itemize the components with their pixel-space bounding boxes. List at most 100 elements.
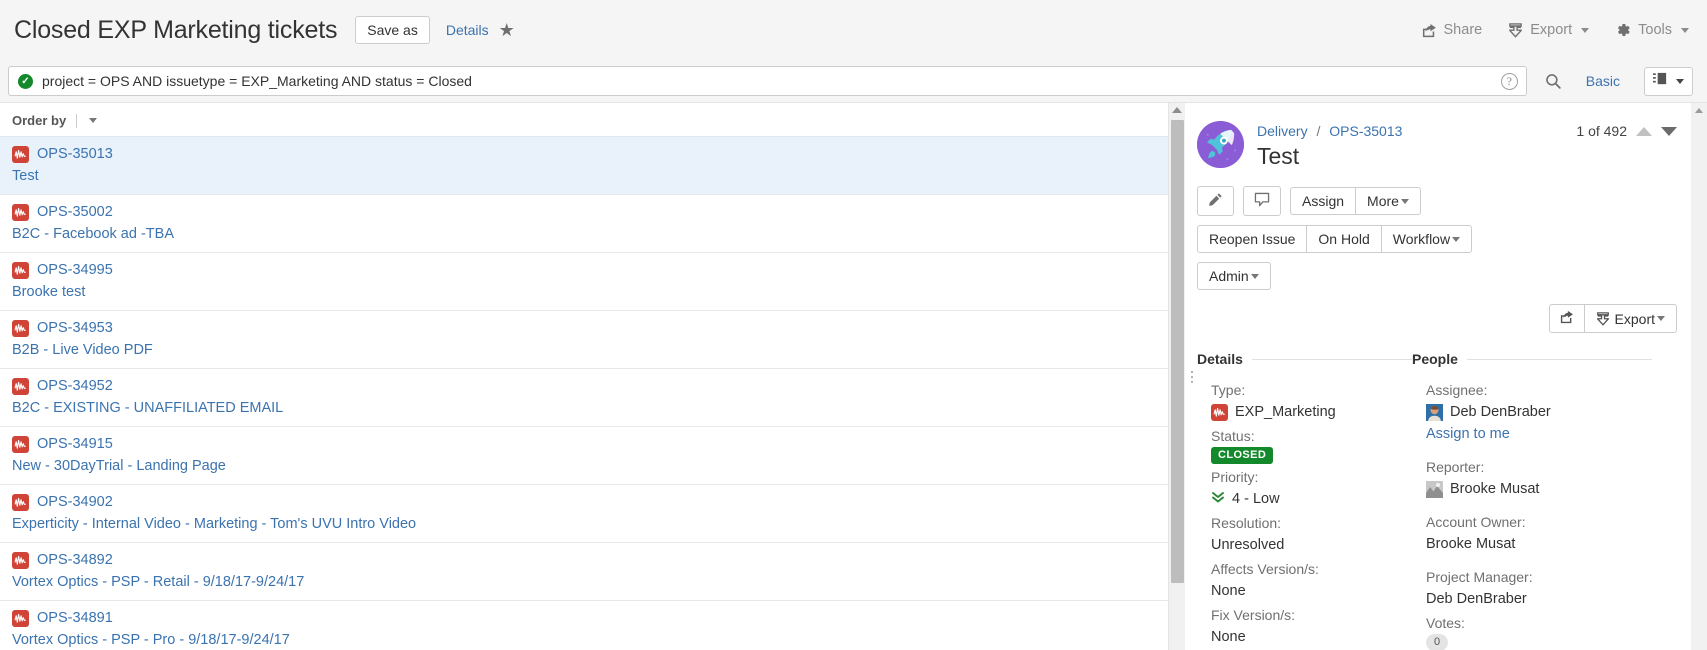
issue-summary-link[interactable]: B2C - Facebook ad -TBA xyxy=(12,224,1173,244)
issue-summary-link[interactable]: New - 30DayTrial - Landing Page xyxy=(12,456,1173,476)
issue-summary-link[interactable]: Test xyxy=(12,166,1173,186)
chevron-down-icon xyxy=(1681,27,1689,33)
details-link[interactable]: Details xyxy=(446,22,489,38)
issue-list-item[interactable]: OPS-34952 B2C - EXISTING - UNAFFILIATED E… xyxy=(0,368,1185,426)
field-value-text: EXP_Marketing xyxy=(1235,404,1336,420)
issue-list-item[interactable]: OPS-34902 Experticity - Internal Video - … xyxy=(0,484,1185,542)
breadcrumb: Delivery / OPS-35013 xyxy=(1257,123,1402,139)
on-hold-button[interactable]: On Hold xyxy=(1306,225,1382,253)
reopen-issue-button[interactable]: Reopen Issue xyxy=(1197,225,1308,253)
comment-issue-button[interactable] xyxy=(1243,186,1281,216)
workflow-button[interactable]: Workflow xyxy=(1380,225,1473,253)
scrollbar-thumb[interactable] xyxy=(1171,120,1184,583)
jql-search-bar: ✓ ? Basic xyxy=(0,60,1707,103)
issue-summary-link[interactable]: Experticity - Internal Video - Marketing… xyxy=(12,514,1173,534)
account-owner-name: Brooke Musat xyxy=(1426,536,1516,552)
priority-low-icon xyxy=(1211,488,1225,510)
issue-pager: 1 of 492 xyxy=(1576,121,1677,139)
exp-marketing-type-icon xyxy=(1211,403,1228,421)
issue-list-item[interactable]: OPS-35013 Test xyxy=(0,136,1185,194)
page-scrollbar[interactable] xyxy=(1691,103,1707,650)
field-value: None xyxy=(1211,583,1246,599)
issue-summary-link[interactable]: Vortex Optics - PSP - Pro - 9/18/17-9/24… xyxy=(12,630,1173,650)
field-fix-versions: Fix Version/s: None xyxy=(1197,604,1412,648)
export-issue-button[interactable]: Export xyxy=(1583,304,1677,333)
issue-list-item[interactable]: OPS-34953 B2B - Live Video PDF xyxy=(0,310,1185,368)
scroll-up-arrow-icon[interactable] xyxy=(1695,108,1703,113)
field-value: 4 - Low xyxy=(1211,488,1412,510)
issue-list-item[interactable]: OPS-34915 New - 30DayTrial - Landing Page xyxy=(0,426,1185,484)
star-icon[interactable]: ★ xyxy=(499,21,515,39)
field-label: Fix Version/s: xyxy=(1211,607,1296,623)
field-type: Type: EXP_Marketing xyxy=(1197,379,1412,423)
jql-query-input[interactable] xyxy=(42,73,1501,89)
issue-key-link[interactable]: OPS-35013 xyxy=(37,144,113,164)
more-button[interactable]: More xyxy=(1355,187,1421,215)
issue-summary-link[interactable]: Brooke test xyxy=(12,282,1173,302)
share-issue-button[interactable] xyxy=(1548,304,1585,333)
issue-summary-link[interactable]: Vortex Optics - PSP - Retail - 9/18/17-9… xyxy=(12,572,1173,592)
issue-list-item[interactable]: OPS-34892 Vortex Optics - PSP - Retail - … xyxy=(0,542,1185,600)
details-heading-label: Details xyxy=(1197,351,1243,367)
issue-key-link[interactable]: OPS-34952 xyxy=(37,376,113,396)
issue-summary-link[interactable]: B2B - Live Video PDF xyxy=(12,340,1173,360)
chevron-up-icon[interactable] xyxy=(1636,126,1652,136)
votes-count-badge: 0 xyxy=(1426,634,1449,650)
issue-key-link[interactable]: OPS-34995 xyxy=(37,260,113,280)
issue-key-link[interactable]: OPS-34953 xyxy=(37,318,113,338)
edit-issue-button[interactable] xyxy=(1197,186,1234,216)
issue-operations-bar: Assign More Reopen Issue On Hold Workflo… xyxy=(1197,186,1617,290)
issue-key-link[interactable]: OPS-34915 xyxy=(37,434,113,454)
issue-list-item[interactable]: OPS-35002 B2C - Facebook ad -TBA xyxy=(0,194,1185,252)
chevron-down-icon xyxy=(1452,236,1461,242)
share-icon xyxy=(1422,23,1437,38)
breadcrumb-project[interactable]: Delivery xyxy=(1257,123,1308,139)
issue-key-line: OPS-34915 xyxy=(12,434,1173,454)
field-label: Resolution: xyxy=(1211,515,1282,531)
issue-key-link[interactable]: OPS-34892 xyxy=(37,550,113,570)
field-assignee: Assignee: Deb DenBraber Assign to me xyxy=(1412,379,1652,445)
divider xyxy=(76,113,78,128)
issue-key-link[interactable]: OPS-35002 xyxy=(37,202,113,222)
order-by-control[interactable]: Order by xyxy=(0,103,1185,136)
issue-detail-pane: Delivery / OPS-35013 Test 1 of 492 Assig… xyxy=(1185,103,1707,650)
share-button[interactable]: Share xyxy=(1422,22,1482,38)
workflow-label: Workflow xyxy=(1392,231,1451,247)
exp-marketing-type-icon xyxy=(12,145,29,163)
assignee-name: Deb DenBraber xyxy=(1450,404,1551,420)
exp-marketing-type-icon xyxy=(12,319,29,337)
admin-button[interactable]: Admin xyxy=(1197,262,1271,290)
issue-key-link[interactable]: OPS-34902 xyxy=(37,492,113,512)
gear-icon xyxy=(1615,22,1631,38)
issue-list-item[interactable]: OPS-34891 Vortex Optics - PSP - Pro - 9/1… xyxy=(0,600,1185,650)
status-badge: CLOSED xyxy=(1211,447,1274,464)
save-as-button[interactable]: Save as xyxy=(355,16,430,44)
people-section-heading: People xyxy=(1412,351,1652,367)
layout-switcher-button[interactable] xyxy=(1644,66,1693,96)
help-icon[interactable]: ? xyxy=(1500,72,1518,90)
field-value: Unresolved xyxy=(1211,537,1285,553)
search-icon[interactable] xyxy=(1545,73,1562,90)
workflow-button-group: Reopen Issue On Hold Workflow xyxy=(1197,225,1473,253)
issue-list-scrollbar[interactable] xyxy=(1168,103,1185,650)
issue-list: OPS-35013 Test OPS-35002 B2C - Facebook ad … xyxy=(0,136,1185,650)
assign-to-me-link[interactable]: Assign to me xyxy=(1426,423,1652,445)
scroll-up-arrow-icon[interactable] xyxy=(1172,107,1182,113)
issue-key-line: OPS-34891 xyxy=(12,608,1173,628)
issue-key-link[interactable]: OPS-34891 xyxy=(37,608,113,628)
export-icon xyxy=(1596,311,1610,326)
page-title: Closed EXP Marketing tickets xyxy=(14,15,338,44)
field-label: Priority: xyxy=(1211,469,1259,485)
field-value: Deb DenBraber xyxy=(1426,401,1652,423)
issue-list-item[interactable]: OPS-34995 Brooke test xyxy=(0,252,1185,310)
export-button[interactable]: Export xyxy=(1508,22,1590,38)
tools-button[interactable]: Tools xyxy=(1615,22,1689,38)
assign-button[interactable]: Assign xyxy=(1290,187,1357,215)
breadcrumb-issue-key[interactable]: OPS-35013 xyxy=(1329,123,1402,139)
exp-marketing-type-icon xyxy=(12,609,29,627)
issue-summary-link[interactable]: B2C - EXISTING - UNAFFILIATED EMAIL xyxy=(12,398,1173,418)
exp-marketing-type-icon xyxy=(12,493,29,511)
basic-mode-link[interactable]: Basic xyxy=(1586,73,1620,89)
chevron-down-icon[interactable] xyxy=(1661,126,1677,136)
admin-label: Admin xyxy=(1209,268,1249,284)
